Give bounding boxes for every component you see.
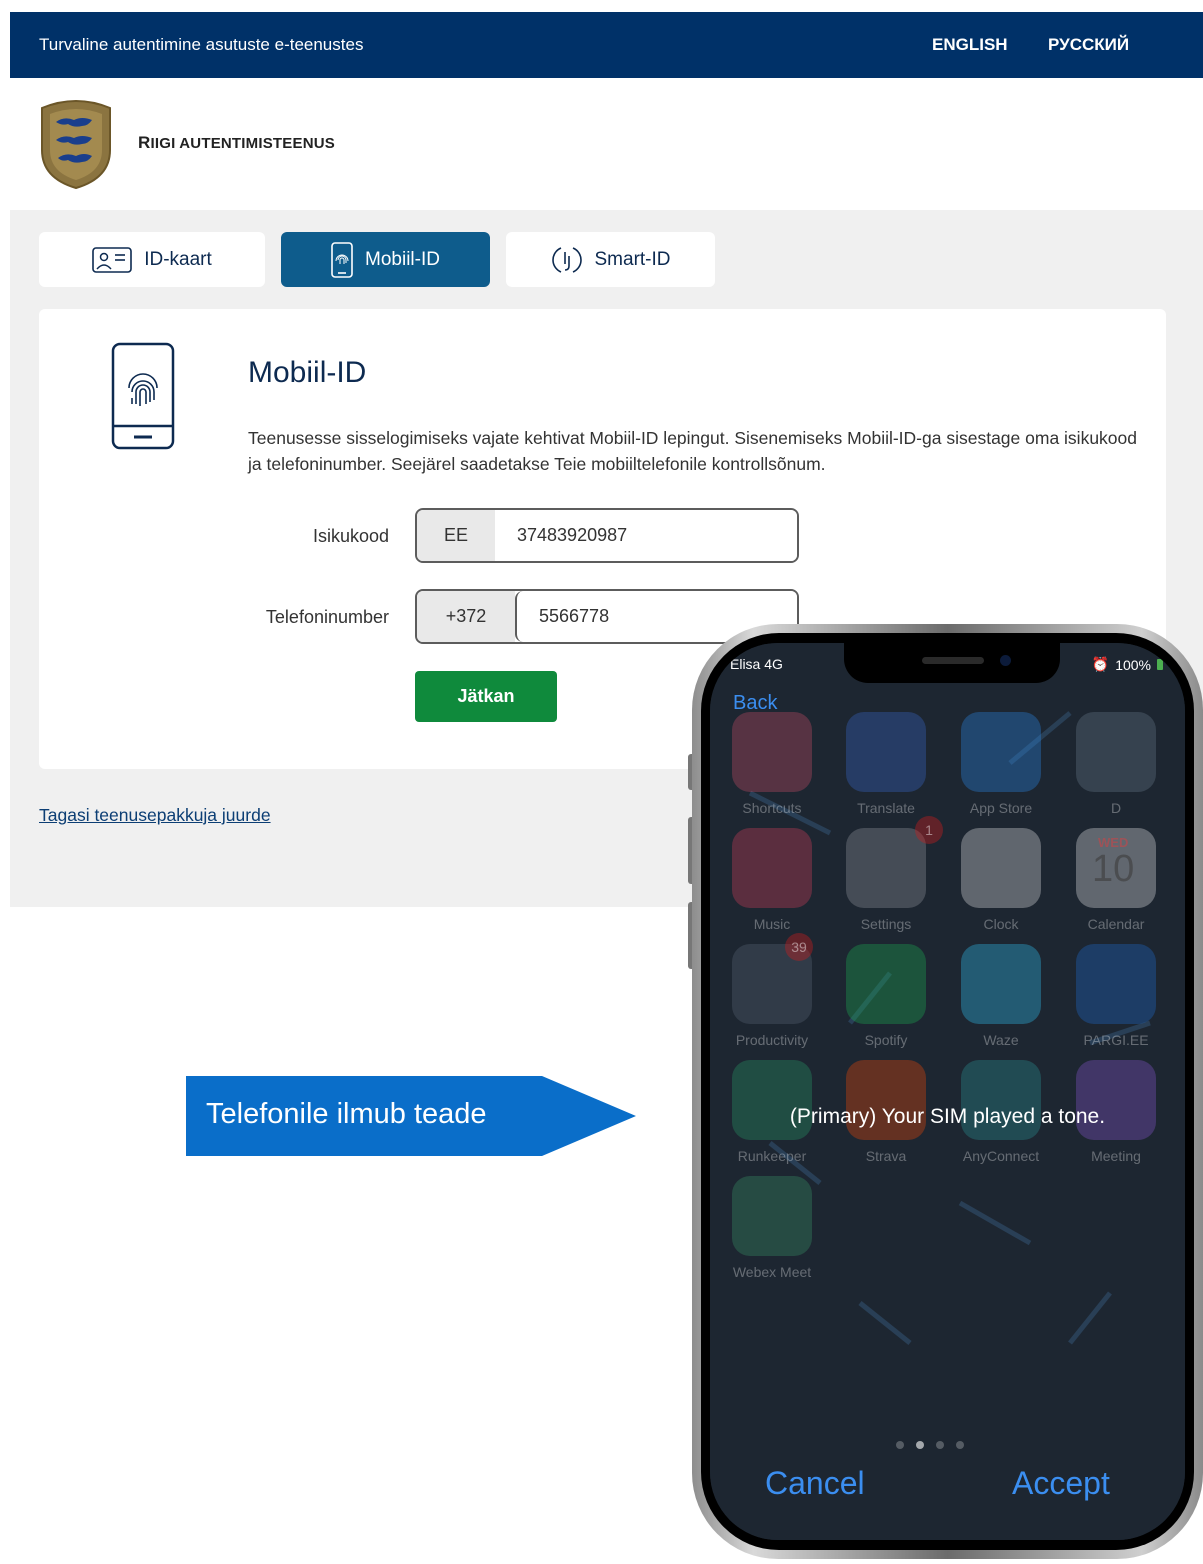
tab-smart-id[interactable]: Smart-ID (506, 232, 715, 287)
spotify-icon (846, 944, 926, 1024)
music-icon (732, 828, 812, 908)
tab-label: Mobiil-ID (365, 248, 440, 270)
callout-text: Telefonile ilmub teade (206, 1098, 487, 1130)
brand-name: RIIGI AUTENTIMISTEENUS (138, 133, 335, 152)
mobile-fingerprint-icon (111, 342, 175, 450)
smart-id-icon (551, 246, 582, 273)
language-russian-link[interactable]: РУССКИЙ (1048, 35, 1129, 55)
tagline: Turvaline autentimine asutuste e-teenust… (39, 35, 364, 54)
page-indicator (896, 1441, 964, 1449)
clock-icon (961, 828, 1041, 908)
tab-label: Smart-ID (594, 248, 671, 270)
shortcuts-icon (732, 712, 812, 792)
translate-icon (846, 712, 926, 792)
isikukood-input[interactable] (495, 510, 797, 561)
front-camera (1000, 655, 1011, 666)
isikukood-label: Isikukood (312, 526, 389, 546)
phone-notch (844, 643, 1060, 683)
tab-label: ID-kaart (144, 248, 212, 270)
app-waze: Waze (960, 944, 1042, 1048)
app-folder-d: D (1075, 712, 1157, 816)
parking-icon (1076, 944, 1156, 1024)
app-translate: Translate (845, 712, 927, 816)
iphone-mockup: Elisa 4G ⏰ 100% Back Shortcuts Translate… (668, 619, 1203, 1564)
sim-tone-message: (Primary) Your SIM played a tone. (789, 1105, 1106, 1128)
page-dot (896, 1441, 904, 1449)
language-english-link[interactable]: ENGLISH (932, 35, 1008, 55)
site-header: RIIGI AUTENTIMISTEENUS (10, 78, 1203, 210)
top-bar: Turvaline autentimine asutuste e-teenust… (10, 12, 1203, 78)
back-to-provider-link[interactable]: Tagasi teenusepakkuja juurde (39, 805, 271, 826)
alarm-icon: ⏰ (1091, 656, 1110, 672)
productivity-badge: 39 (785, 933, 813, 961)
app-clock: Clock (960, 828, 1042, 932)
app-music: Music (731, 828, 813, 932)
page-title: Mobiil-ID (248, 356, 367, 389)
app-shortcuts: Shortcuts (731, 712, 813, 816)
app-webex-meet: Webex Meet (731, 1176, 813, 1280)
page-dot-active (916, 1441, 924, 1449)
callout-arrow: Telefonile ilmub teade (186, 1076, 636, 1156)
coat-of-arms-logo (41, 100, 111, 190)
phone-accept-button[interactable]: Accept (1012, 1465, 1110, 1502)
tab-id-kaart[interactable]: ID-kaart (39, 232, 265, 287)
waze-icon (961, 944, 1041, 1024)
page-dot (936, 1441, 944, 1449)
webex-icon (732, 1176, 812, 1256)
app-pargi: PARGI.EE (1075, 944, 1157, 1048)
app-settings: Settings (845, 828, 927, 932)
settings-icon (846, 828, 926, 908)
country-prefix: EE (417, 510, 495, 561)
phone-screen: Elisa 4G ⏰ 100% Back Shortcuts Translate… (710, 643, 1185, 1540)
app-app-store: App Store (960, 712, 1042, 816)
tab-mobiil-id[interactable]: Mobiil-ID (281, 232, 490, 287)
phone-prefix: +372 (417, 591, 515, 642)
instructions-text: Teenusesse sisselogimiseks vajate kehtiv… (248, 428, 1137, 474)
isikukood-field: EE (415, 508, 799, 563)
app-spotify: Spotify (845, 944, 927, 1048)
continue-button[interactable]: Jätkan (415, 671, 557, 722)
battery-status: ⏰ 100% (1092, 656, 1163, 673)
carrier-status: Elisa 4G (730, 656, 783, 672)
speaker-grille (922, 657, 984, 664)
battery-icon (1157, 659, 1163, 670)
phone-cancel-button[interactable]: Cancel (765, 1465, 865, 1502)
page-dot (956, 1441, 964, 1449)
app-store-icon (961, 712, 1041, 792)
calendar-date: 10 (1092, 848, 1135, 890)
folder-icon (1076, 712, 1156, 792)
id-card-icon (92, 246, 133, 273)
telefoninumber-label: Telefoninumber (265, 607, 389, 627)
settings-badge: 1 (915, 816, 943, 844)
mobile-fingerprint-icon (331, 241, 353, 278)
